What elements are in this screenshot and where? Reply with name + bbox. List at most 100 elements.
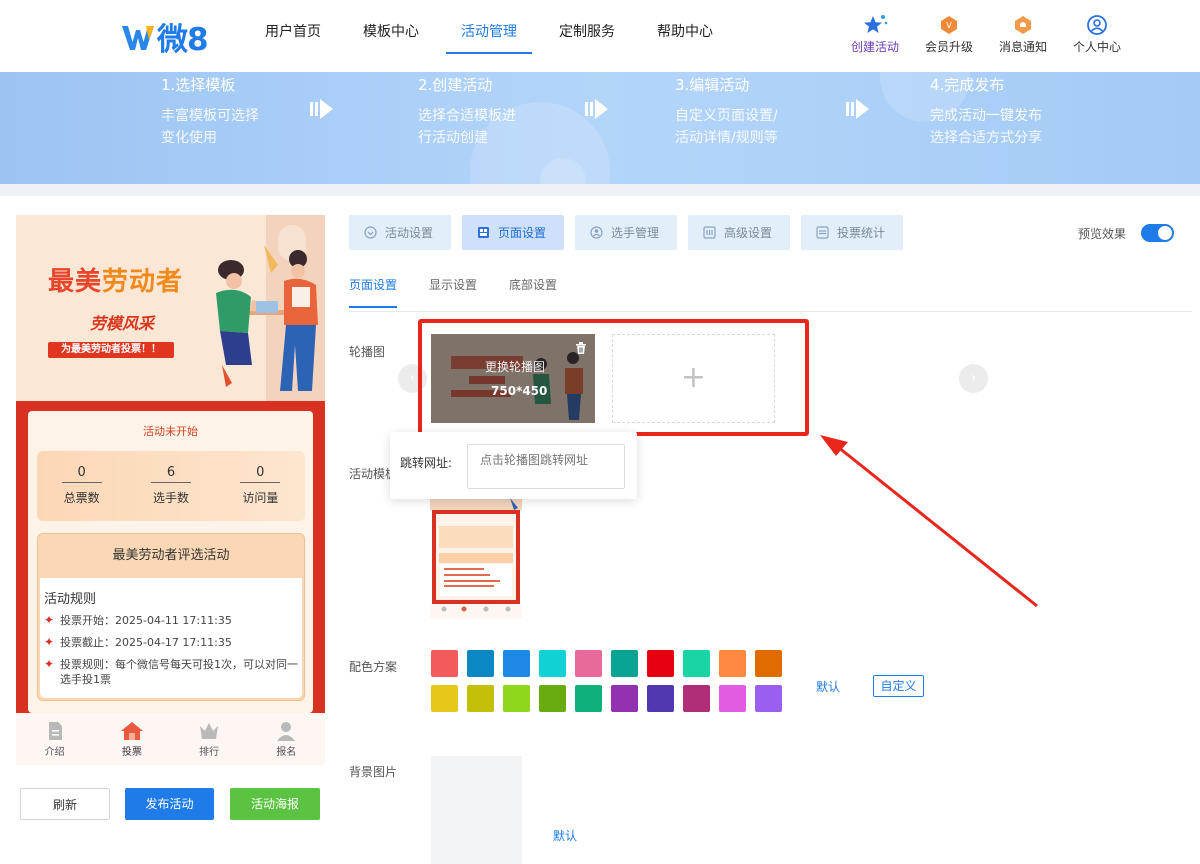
jump-url-input[interactable] bbox=[467, 444, 625, 489]
settings-tabs: 活动设置 页面设置 选手管理 高级设置 投票统计 bbox=[349, 215, 914, 250]
color-swatch[interactable] bbox=[719, 650, 746, 677]
tab-contestant-management[interactable]: 选手管理 bbox=[575, 215, 677, 250]
preview-tabbar: 介绍 投票 排行 报名 bbox=[16, 713, 325, 765]
preview-banner-subtitle: 劳模风采 bbox=[90, 314, 155, 333]
svg-text:V: V bbox=[946, 21, 952, 30]
color-swatch[interactable] bbox=[611, 685, 638, 712]
step-3: 3.编辑活动 自定义页面设置/活动详情/规则等 bbox=[675, 76, 778, 146]
rule-item: 投票截止：2025-04-17 17:11:35 bbox=[44, 635, 298, 650]
preview-tab-vote[interactable]: 投票 bbox=[93, 713, 170, 765]
subtab-page-settings[interactable]: 页面设置 bbox=[349, 270, 398, 312]
notifications-button[interactable]: 消息通知 bbox=[986, 12, 1060, 55]
shield-icon bbox=[363, 225, 378, 240]
tab-page-settings[interactable]: 页面设置 bbox=[462, 215, 564, 250]
rule-item: 投票规则：每个微信号每天可投1次，可以对同一选手投1票 bbox=[44, 657, 298, 687]
tab-vote-statistics[interactable]: 投票统计 bbox=[801, 215, 903, 250]
background-image-label: 背景图片 bbox=[349, 765, 398, 779]
step-arrow-icon bbox=[584, 96, 610, 126]
stat-total-votes: 0 总票数 bbox=[61, 465, 102, 505]
create-activity-button[interactable]: 创建活动 bbox=[838, 12, 912, 55]
highlight-annotation-box bbox=[418, 319, 809, 436]
main-nav: 用户首页 模板中心 活动管理 定制服务 帮助中心 bbox=[244, 0, 734, 72]
preview-banner-tag: 为最美劳动者投票！！ bbox=[48, 342, 174, 358]
background-image-slot[interactable] bbox=[431, 756, 522, 864]
tab-advanced-settings[interactable]: 高级设置 bbox=[688, 215, 790, 250]
carousel-next-button[interactable]: › bbox=[959, 364, 988, 393]
nav-home[interactable]: 用户首页 bbox=[244, 0, 342, 72]
member-upgrade-button[interactable]: V 会员升级 bbox=[912, 12, 986, 55]
nav-custom-service[interactable]: 定制服务 bbox=[538, 0, 636, 72]
color-swatch[interactable] bbox=[539, 650, 566, 677]
chevron-right-icon: › bbox=[970, 370, 977, 386]
template-preview-image bbox=[430, 498, 522, 618]
color-swatch[interactable] bbox=[755, 650, 782, 677]
color-swatch[interactable] bbox=[683, 650, 710, 677]
chart-icon bbox=[815, 225, 830, 240]
step-2: 2.创建活动 选择合适模板进 行活动创建 bbox=[418, 76, 516, 146]
jump-url-popup: 跳转网址: bbox=[390, 432, 637, 499]
activity-rules-body: 活动规则 投票开始：2025-04-11 17:11:35 投票截止：2025-… bbox=[40, 578, 302, 698]
nav-help[interactable]: 帮助中心 bbox=[636, 0, 734, 72]
color-swatch[interactable] bbox=[503, 650, 530, 677]
step-arrow-icon bbox=[845, 96, 871, 126]
rules-heading: 活动规则 bbox=[44, 592, 97, 607]
preview-effect-toggle[interactable] bbox=[1141, 224, 1174, 242]
color-swatch[interactable] bbox=[431, 650, 458, 677]
steps-banner: 1.选择模板 丰富模板可选择 变化使用 2.创建活动 选择合适模板进 行活动创建 3… bbox=[0, 72, 1200, 184]
jump-url-label: 跳转网址: bbox=[400, 456, 453, 470]
top-header: 微8 用户首页 模板中心 活动管理 定制服务 帮助中心 创建活动 V 会员升级 … bbox=[0, 0, 1200, 72]
logo[interactable]: 微8 bbox=[121, 14, 209, 59]
subtab-footer-settings[interactable]: 底部设置 bbox=[509, 270, 557, 312]
color-swatch[interactable] bbox=[539, 685, 566, 712]
color-scheme-custom-button[interactable]: 自定义 bbox=[873, 675, 924, 697]
logo-w-icon bbox=[121, 20, 155, 54]
preview-tab-signup[interactable]: 报名 bbox=[248, 713, 325, 765]
color-swatch[interactable] bbox=[503, 685, 530, 712]
color-scheme-label: 配色方案 bbox=[349, 660, 398, 674]
color-swatches bbox=[431, 650, 782, 712]
color-swatch[interactable] bbox=[575, 685, 602, 712]
step-arrow-icon bbox=[309, 96, 335, 126]
color-swatch[interactable] bbox=[755, 685, 782, 712]
color-scheme-default[interactable]: 默认 bbox=[816, 678, 840, 695]
activity-poster-button[interactable]: 活动海报 bbox=[230, 788, 320, 820]
user-center-button[interactable]: 个人中心 bbox=[1060, 12, 1134, 55]
bell-badge-icon bbox=[986, 12, 1060, 38]
logo-text: 微8 bbox=[157, 22, 209, 58]
color-swatch[interactable] bbox=[683, 685, 710, 712]
color-swatch[interactable] bbox=[467, 685, 494, 712]
nav-templates[interactable]: 模板中心 bbox=[342, 0, 440, 72]
activity-status: 活动未开始 bbox=[143, 425, 198, 438]
crown-icon bbox=[171, 721, 248, 743]
background-default-link[interactable]: 默认 bbox=[553, 827, 577, 844]
vip-badge-icon: V bbox=[912, 12, 986, 38]
color-swatch[interactable] bbox=[467, 650, 494, 677]
activity-rules-card: 最美劳动者评选活动 活动规则 投票开始：2025-04-11 17:11:35 … bbox=[37, 533, 305, 701]
carousel-label: 轮播图 bbox=[349, 345, 386, 359]
banner-illustration bbox=[216, 215, 325, 401]
color-swatch[interactable] bbox=[431, 685, 458, 712]
color-swatch[interactable] bbox=[575, 650, 602, 677]
page-settings-subtabs: 页面设置 显示设置 底部设置 bbox=[349, 270, 1192, 312]
refresh-button[interactable]: 刷新 bbox=[20, 788, 110, 820]
color-swatch[interactable] bbox=[719, 685, 746, 712]
home-icon bbox=[93, 721, 170, 743]
preview-banner-title: 最美劳动者 bbox=[48, 267, 184, 297]
preview-tab-intro[interactable]: 介绍 bbox=[16, 713, 93, 765]
person-icon bbox=[248, 721, 325, 743]
preview-effect-label: 预览效果 bbox=[1078, 227, 1127, 241]
preview-banner: 最美劳动者 劳模风采 为最美劳动者投票！！ bbox=[16, 215, 325, 401]
subtab-display-settings[interactable]: 显示设置 bbox=[429, 270, 477, 312]
tab-activity-settings[interactable]: 活动设置 bbox=[349, 215, 451, 250]
nav-activity-management[interactable]: 活动管理 bbox=[440, 0, 538, 72]
star-icon bbox=[838, 12, 912, 38]
preview-card: 活动未开始 0 总票数 6 选手数 0 访问量 最美劳动者评选活动 活动规则 投… bbox=[28, 411, 313, 713]
phone-preview: 最美劳动者 劳模风采 为最美劳动者投票！！ 活动未开始 0 总票数 6 选手数 … bbox=[16, 215, 325, 765]
template-thumbnail[interactable] bbox=[430, 498, 522, 618]
color-swatch[interactable] bbox=[647, 650, 674, 677]
stat-contestants: 6 选手数 bbox=[150, 465, 191, 505]
preview-tab-ranking[interactable]: 排行 bbox=[171, 713, 248, 765]
publish-activity-button[interactable]: 发布活动 bbox=[125, 788, 214, 820]
color-swatch[interactable] bbox=[647, 685, 674, 712]
color-swatch[interactable] bbox=[611, 650, 638, 677]
